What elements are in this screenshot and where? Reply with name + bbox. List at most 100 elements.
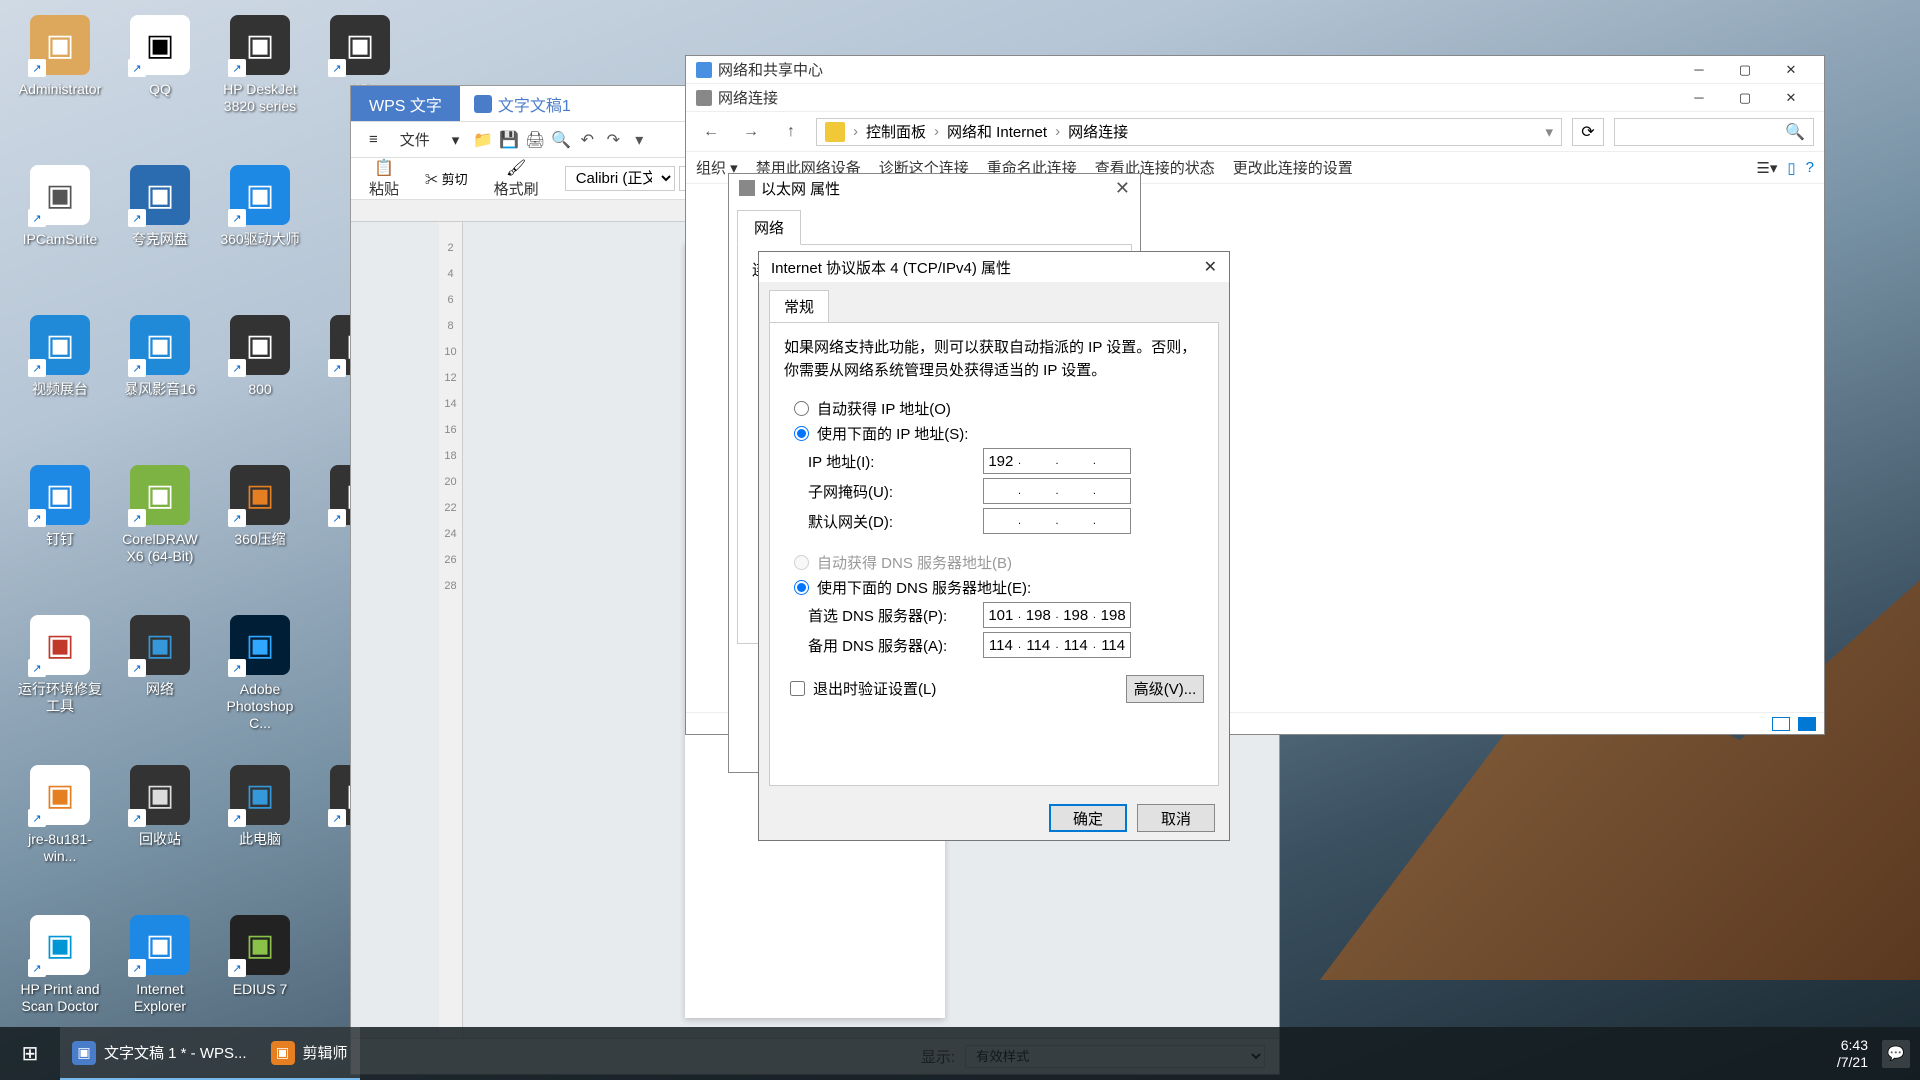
eth-tab-network[interactable]: 网络 (737, 210, 801, 245)
taskbar-clock[interactable]: 6:43 /7/21 (1837, 1037, 1868, 1071)
preview-pane-icon[interactable]: ▯ (1787, 159, 1795, 177)
format-painter-label: 格式刷 (494, 178, 539, 199)
wps-app-tab[interactable]: WPS 文字 (351, 86, 460, 121)
view-details-icon[interactable] (1772, 717, 1790, 731)
desktop-icon[interactable]: ▣↗360驱动大师 (210, 160, 310, 310)
desktop-icon[interactable]: ▣↗网络 (110, 610, 210, 760)
app-icon: ▣↗ (230, 915, 290, 975)
cp2-maximize-button[interactable]: ▢ (1722, 84, 1768, 112)
exit-verify-checkbox[interactable]: 退出时验证设置(L) (784, 674, 942, 703)
shortcut-arrow-icon: ↗ (128, 809, 146, 827)
ethernet-icon (739, 180, 755, 196)
undo-icon[interactable]: ↶ (577, 130, 597, 150)
ip-address-label: IP 地址(I): (808, 451, 983, 472)
ipv4-close-button[interactable]: ✕ (1204, 257, 1217, 277)
cp-maximize-button[interactable]: ▢ (1722, 56, 1768, 84)
radio-manual-ip-input[interactable] (794, 426, 809, 441)
wps-file-dropdown[interactable]: ▾ (444, 131, 468, 149)
desktop-icon[interactable]: ▣↗HP DeskJet 3820 series (210, 10, 310, 160)
cp-minimize-button[interactable]: ─ (1676, 56, 1722, 84)
desktop-icon[interactable]: ▣↗Adobe Photoshop C... (210, 610, 310, 760)
desktop-icon[interactable]: ▣↗QQ (110, 10, 210, 160)
desktop-icon[interactable]: ▣↗800 (210, 310, 310, 460)
breadcrumb-item[interactable]: 网络连接 (1068, 121, 1128, 142)
subnet-mask-field[interactable]: ... (983, 478, 1131, 504)
shortcut-arrow-icon: ↗ (28, 659, 46, 677)
print-icon[interactable]: 🖨 (525, 130, 545, 150)
radio-manual-dns[interactable]: 使用下面的 DNS 服务器地址(E): (784, 575, 1204, 600)
desktop-icon[interactable]: ▣↗360压缩 (210, 460, 310, 610)
format-painter-icon[interactable]: 🖌 (506, 158, 526, 178)
nav-forward-button[interactable]: → (736, 119, 766, 145)
wps-menu-btn[interactable]: ≡ (361, 131, 386, 148)
view-options-icon[interactable]: ☰▾ (1756, 159, 1777, 177)
save-icon[interactable]: 💾 (499, 130, 519, 150)
ipv4-title: Internet 协议版本 4 (TCP/IPv4) 属性 (771, 257, 1011, 278)
app-icon: ▣↗ (330, 15, 390, 75)
breadcrumb-item[interactable]: 网络和 Internet (947, 121, 1047, 142)
desktop-icon[interactable]: ▣↗jre-8u181-win... (10, 760, 110, 910)
ok-button[interactable]: 确定 (1049, 804, 1127, 832)
nav-back-button[interactable]: ← (696, 119, 726, 145)
more-icon[interactable]: ▾ (629, 130, 649, 150)
eth-close-button[interactable]: ✕ (1115, 178, 1130, 199)
desktop-icon-label: Adobe Photoshop C... (215, 681, 305, 731)
cp-toolbar-item[interactable]: 更改此连接的设置 (1233, 157, 1353, 178)
radio-manual-dns-input[interactable] (794, 580, 809, 595)
desktop-icon-label: QQ (149, 81, 171, 98)
desktop-icon[interactable]: ▣↗运行环境修复工具 (10, 610, 110, 760)
ip-address-field[interactable]: 192. . . (983, 448, 1131, 474)
gateway-field[interactable]: ... (983, 508, 1131, 534)
desktop-icon[interactable]: ▣↗回收站 (110, 760, 210, 910)
ipv4-tab-general[interactable]: 常规 (769, 290, 829, 322)
eth-titlebar: 以太网 属性 ✕ (729, 174, 1140, 202)
open-icon[interactable]: 📁 (473, 130, 493, 150)
shortcut-arrow-icon: ↗ (28, 359, 46, 377)
wps-doc-tab[interactable]: 文字文稿1 (460, 86, 585, 121)
view-large-icon[interactable] (1798, 717, 1816, 731)
paste-icon[interactable]: 📋 (374, 158, 394, 178)
desktop-icon[interactable]: ▣↗夸克网盘 (110, 160, 210, 310)
shortcut-arrow-icon: ↗ (128, 209, 146, 227)
start-button[interactable]: ⊞ (0, 1027, 60, 1080)
breadcrumb-item[interactable]: 控制面板 (866, 121, 926, 142)
dns2-field[interactable]: 114. 114. 114. 114 (983, 632, 1131, 658)
app-icon: ▣↗ (30, 165, 90, 225)
cancel-button[interactable]: 取消 (1137, 804, 1215, 832)
desktop-icon[interactable]: ▣↗此电脑 (210, 760, 310, 910)
dns1-field[interactable]: 101. 198. 198. 198 (983, 602, 1131, 628)
notification-icon[interactable]: 💬 (1882, 1040, 1910, 1068)
print-preview-icon[interactable]: 🔍 (551, 130, 571, 150)
font-family-select[interactable]: Calibri (正文) (565, 166, 675, 191)
ipv4-footer: 确定 取消 (759, 796, 1229, 840)
desktop-icon[interactable]: ▣↗暴风影音16 (110, 310, 210, 460)
cp-navigation-bar: ← → ↑ › 控制面板 › 网络和 Internet › 网络连接 ▾ ⟳ 🔍 (686, 112, 1824, 152)
wps-file-menu[interactable]: 文件 (392, 129, 438, 150)
taskbar-item[interactable]: ▣文字文稿 1 * - WPS... (60, 1027, 259, 1080)
breadcrumb[interactable]: › 控制面板 › 网络和 Internet › 网络连接 ▾ (816, 118, 1562, 146)
help-icon[interactable]: ? (1806, 159, 1814, 176)
paste-label: 粘贴 (369, 178, 399, 199)
desktop-icon[interactable]: ▣↗IPCamSuite (10, 160, 110, 310)
desktop-icon[interactable]: ▣↗Administrator (10, 10, 110, 160)
shortcut-arrow-icon: ↗ (28, 209, 46, 227)
cut-label[interactable]: 剪切 (442, 172, 468, 187)
redo-icon[interactable]: ↷ (603, 130, 623, 150)
cut-icon[interactable]: ✂ (425, 172, 438, 187)
taskbar-item[interactable]: ▣剪辑师 (259, 1027, 360, 1080)
cp2-close-button[interactable]: ✕ (1768, 84, 1814, 112)
desktop-icon[interactable]: ▣↗视频展台 (10, 310, 110, 460)
exit-verify-input[interactable] (790, 681, 805, 696)
search-input[interactable]: 🔍 (1614, 118, 1814, 146)
radio-manual-ip[interactable]: 使用下面的 IP 地址(S): (784, 421, 1204, 446)
wps-doc-name: 文字文稿1 (498, 92, 571, 116)
cp2-minimize-button[interactable]: ─ (1676, 84, 1722, 112)
nav-refresh-button[interactable]: ⟳ (1572, 118, 1604, 146)
radio-auto-ip-input[interactable] (794, 401, 809, 416)
radio-auto-ip[interactable]: 自动获得 IP 地址(O) (784, 396, 1204, 421)
nav-up-button[interactable]: ↑ (776, 119, 806, 145)
desktop-icon[interactable]: ▣↗CorelDRAW X6 (64-Bit) (110, 460, 210, 610)
cp-close-button[interactable]: ✕ (1768, 56, 1814, 84)
desktop-icon[interactable]: ▣↗钉钉 (10, 460, 110, 610)
advanced-button[interactable]: 高级(V)... (1126, 675, 1204, 703)
